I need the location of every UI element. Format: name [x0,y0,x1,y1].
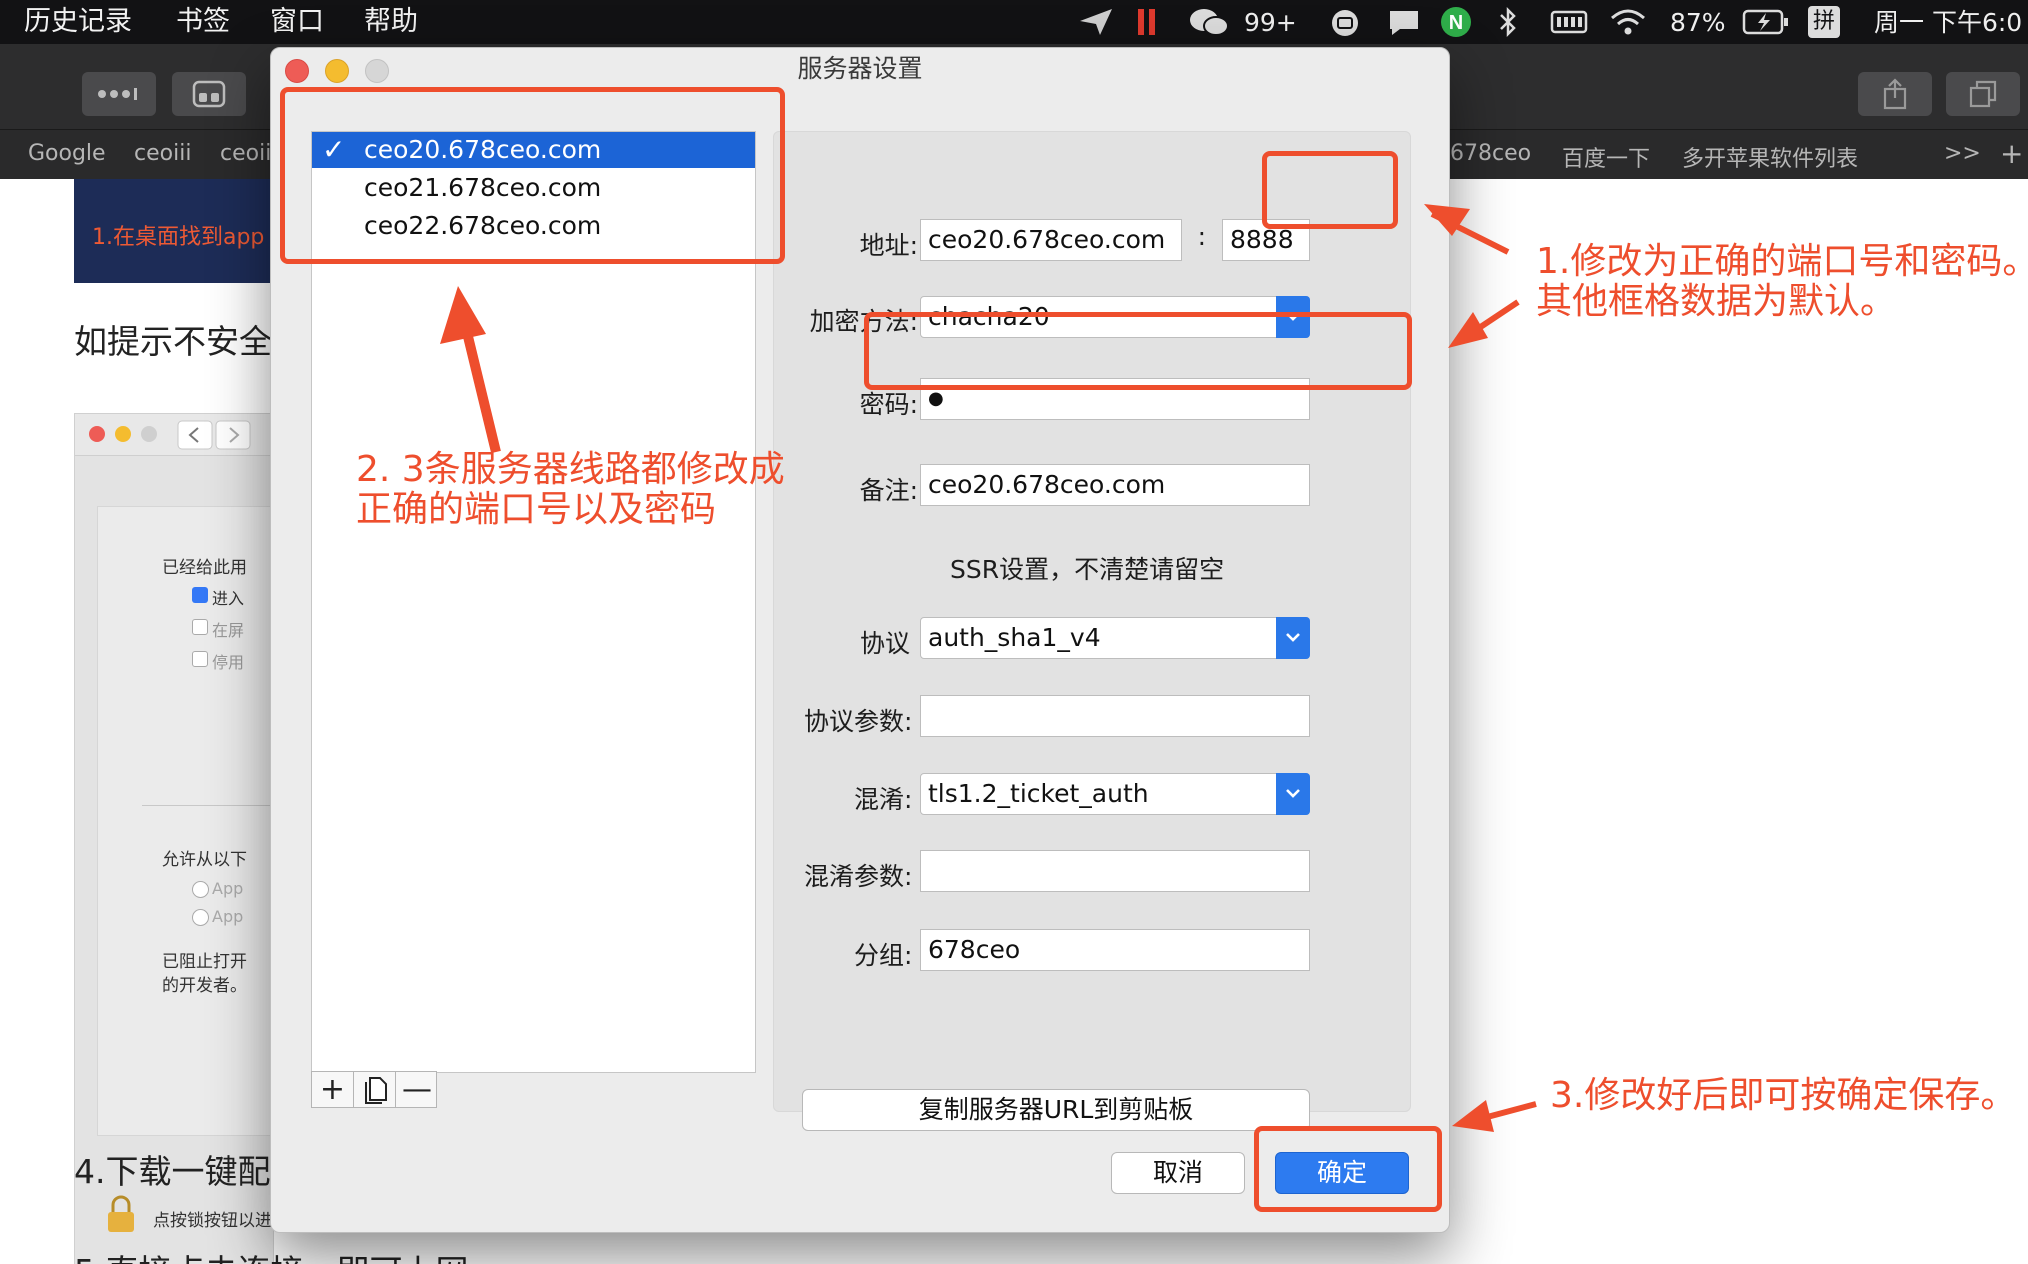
arrow-to-password-icon [1448,299,1520,348]
annotation-note-3: 3.修改好后即可按确定保存。 [1550,1075,2017,1116]
arrow-to-server-list-icon [440,286,501,454]
arrow-to-ok-icon [1452,1100,1537,1132]
arrow-to-port-icon [1424,204,1510,255]
annotation-note-2-line-1: 2. 3条服务器线路都修改成 [356,449,785,490]
annotation-note-1-line-1: 1.修改为正确的端口号和密码。 [1536,241,2028,282]
annotation-note-1-line-2: 其他框格数据为默认。 [1536,281,1897,322]
annotation-note-2-line-2: 正确的端口号以及密码 [356,489,717,530]
